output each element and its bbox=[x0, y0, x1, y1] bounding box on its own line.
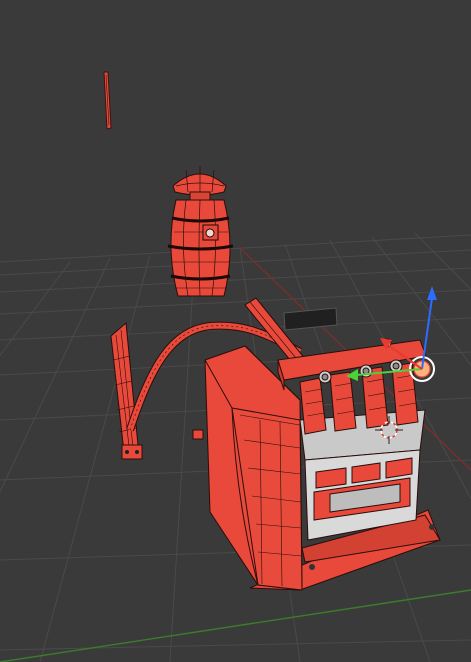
small-peg-mesh[interactable] bbox=[192, 429, 204, 440]
3d-viewport[interactable] bbox=[0, 0, 471, 662]
bucket-mesh[interactable] bbox=[167, 166, 234, 297]
viewport-scene[interactable] bbox=[0, 0, 471, 662]
viewport-background bbox=[0, 0, 471, 662]
